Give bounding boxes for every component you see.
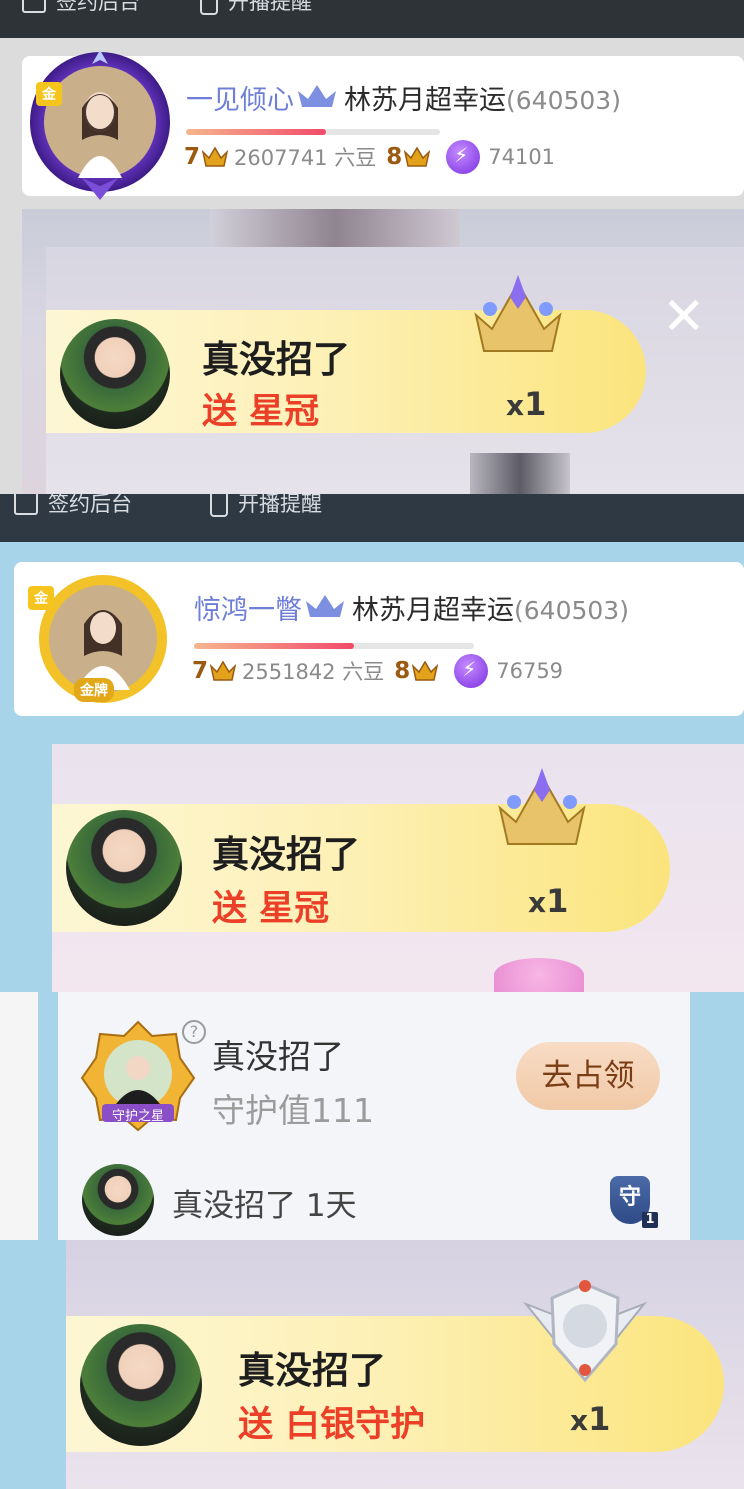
stats-row: 7 2551842 六豆 8 76759 bbox=[192, 654, 563, 688]
left-gray-strip bbox=[0, 992, 38, 1240]
level-progress-fill bbox=[186, 129, 326, 135]
guard-shield-icon[interactable]: 守 1 bbox=[610, 1176, 658, 1228]
energy-count: 74101 bbox=[488, 145, 556, 169]
gift-sender-name: 真没招了 bbox=[238, 1349, 386, 1392]
gift-count: x1 bbox=[528, 882, 569, 920]
guardian-user-avatar[interactable] bbox=[82, 1164, 154, 1236]
gift-count: x1 bbox=[570, 1400, 611, 1438]
top-toolbar: 签约后台 开播提醒 bbox=[0, 0, 744, 38]
phone-icon bbox=[200, 0, 218, 15]
host-profile-card[interactable]: 金 一见倾心 林苏月超幸运 (640503) 7 2607741 六豆 8 74… bbox=[22, 50, 744, 200]
medal-badge: 金牌 bbox=[74, 678, 114, 702]
avatar-frame-icon bbox=[30, 50, 170, 200]
gift-banner-area: 真没招了 送 星冠 x1 bbox=[0, 744, 744, 992]
sender-avatar[interactable] bbox=[60, 319, 170, 429]
screenshot-panel-3: 守护之星 ? 真没招了 守护值111 去占领 真没招了 1天 守 1 bbox=[0, 992, 744, 1240]
stream-background-dark bbox=[210, 209, 460, 247]
close-icon[interactable]: ✕ bbox=[662, 291, 706, 343]
next-level: 8 bbox=[386, 144, 403, 170]
guardian-badge-text: 守护之星 bbox=[111, 1109, 164, 1124]
fan-club-name: 惊鸿一瞥 bbox=[194, 595, 302, 626]
crown-icon bbox=[202, 146, 229, 167]
energy-count: 76759 bbox=[496, 659, 564, 683]
gift-action: 送 白银守护 bbox=[238, 1405, 426, 1445]
guardian-name: 真没招了 bbox=[212, 1037, 344, 1076]
host-profile-card[interactable]: 金 金牌 惊鸿一瞥 林苏月超幸运 (640503) 7 2551842 六豆 8… bbox=[14, 562, 744, 716]
name-row: 惊鸿一瞥 林苏月超幸运 (640503) bbox=[194, 588, 629, 627]
beans-count: 2607741 六豆 bbox=[234, 146, 377, 170]
fan-club-name: 一见倾心 bbox=[186, 85, 294, 116]
stream-thumb bbox=[470, 453, 570, 494]
gift-sender-name: 真没招了 bbox=[202, 338, 350, 381]
level-badge: 金 bbox=[36, 82, 62, 106]
level-progress-fill bbox=[194, 643, 354, 649]
room-id: (640503) bbox=[514, 596, 629, 625]
name-row: 一见倾心 林苏月超幸运 (640503) bbox=[186, 78, 621, 117]
help-icon[interactable]: ? bbox=[182, 1020, 206, 1044]
crown-icon bbox=[306, 595, 344, 617]
gift-sender-name: 真没招了 bbox=[212, 833, 360, 876]
level-progress-bar bbox=[194, 643, 474, 649]
stats-row: 7 2607741 六豆 8 74101 bbox=[184, 140, 555, 174]
sender-avatar[interactable] bbox=[66, 810, 182, 926]
current-level: 7 bbox=[184, 144, 201, 170]
level-badge: 金 bbox=[28, 586, 54, 610]
level-progress-bar bbox=[186, 129, 440, 135]
star-crown-gift-icon bbox=[498, 768, 586, 845]
gift-action: 送 星冠 bbox=[212, 889, 330, 929]
occupy-button[interactable]: 去占领 bbox=[516, 1042, 660, 1110]
host-name: 林苏月超幸运 bbox=[344, 85, 506, 116]
next-level: 8 bbox=[394, 658, 411, 684]
host-name: 林苏月超幸运 bbox=[352, 595, 514, 626]
beans-count: 2551842 六豆 bbox=[242, 660, 385, 684]
gift-banner-area: 真没招了 送 星冠 x1 ✕ bbox=[0, 247, 744, 494]
screenshot-panel-2: 签约后台 开播提醒 金 金牌 惊鸿一瞥 林苏月超幸运 (640503) 7 25… bbox=[0, 494, 744, 992]
guardian-duration: 真没招了 1天 bbox=[172, 1188, 357, 1224]
edit-icon bbox=[22, 0, 46, 13]
silver-guard-gift-icon bbox=[522, 1280, 648, 1383]
live-notify-link[interactable]: 开播提醒 bbox=[210, 494, 322, 518]
edit-icon bbox=[14, 494, 38, 515]
screenshot-panel-1: 签约后台 开播提醒 金 一见倾心 林苏月超幸运 (640503) 7 26077… bbox=[0, 0, 744, 494]
current-level: 7 bbox=[192, 658, 209, 684]
sender-avatar[interactable] bbox=[80, 1324, 202, 1446]
screenshot-panel-4: 真没招了 送 白银守护 x1 bbox=[0, 1240, 744, 1489]
gift-count: x1 bbox=[506, 385, 547, 423]
star-crown-gift-icon bbox=[474, 275, 562, 352]
top-toolbar: 签约后台 开播提醒 bbox=[0, 494, 744, 542]
room-id: (640503) bbox=[506, 86, 621, 115]
gift-action: 送 星冠 bbox=[202, 392, 320, 432]
crown-icon bbox=[404, 146, 431, 167]
signin-backend-link[interactable]: 签约后台 bbox=[14, 494, 132, 518]
phone-icon bbox=[210, 494, 228, 517]
signin-backend-link[interactable]: 签约后台 bbox=[22, 0, 140, 16]
crown-icon bbox=[210, 660, 237, 681]
flower-decoration bbox=[494, 958, 584, 992]
guardian-card: 守护之星 ? 真没招了 守护值111 去占领 真没招了 1天 守 1 bbox=[58, 992, 690, 1240]
crown-icon bbox=[298, 85, 336, 107]
lightning-icon bbox=[454, 654, 489, 688]
lightning-icon bbox=[446, 140, 481, 174]
guardian-value: 守护值111 bbox=[212, 1091, 374, 1130]
live-notify-link[interactable]: 开播提醒 bbox=[200, 0, 312, 16]
crown-icon bbox=[412, 660, 439, 681]
